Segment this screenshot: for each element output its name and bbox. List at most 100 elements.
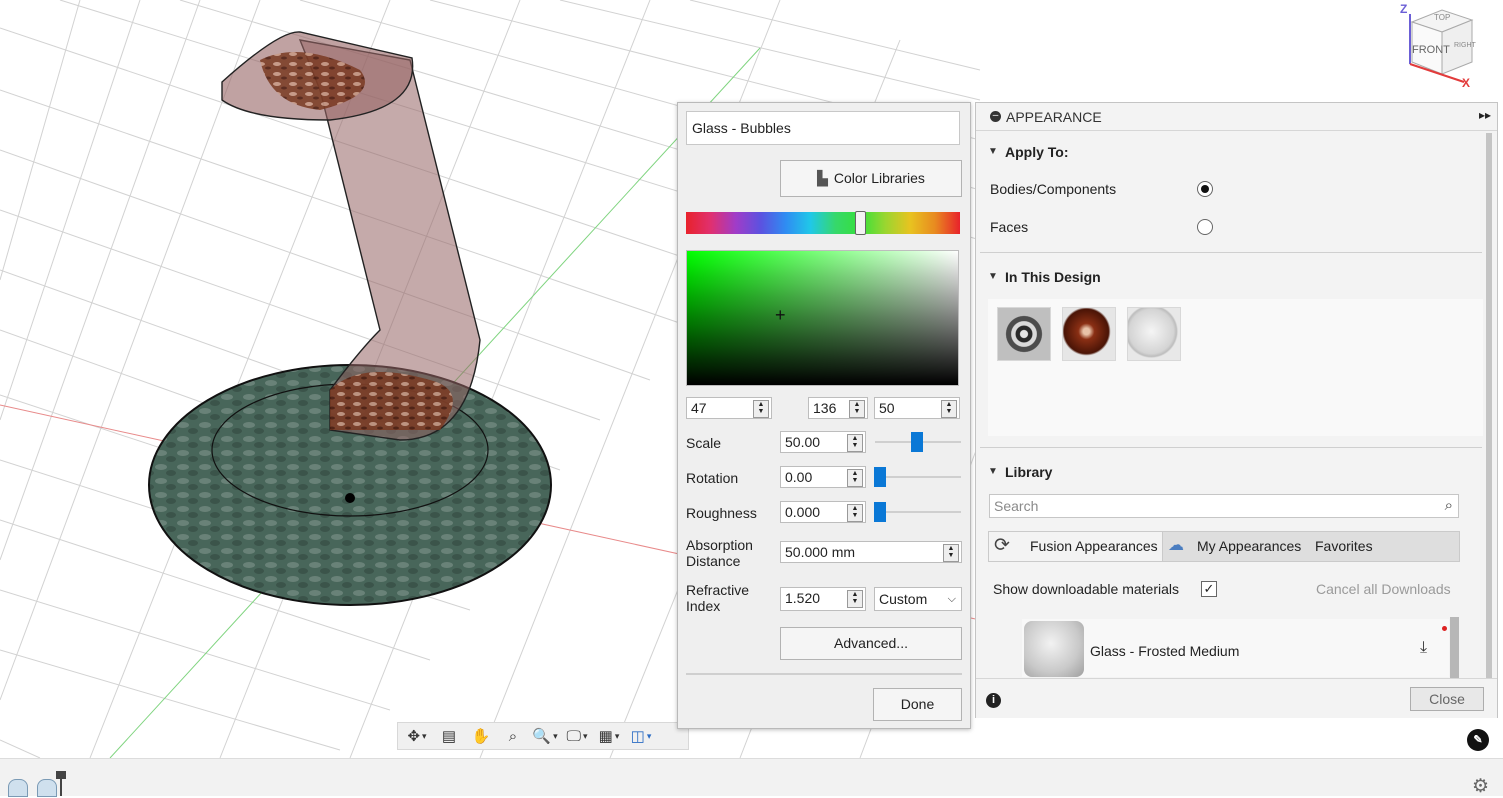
blue-value: 50 [879,400,895,416]
scale-label: Scale [686,435,722,451]
scale-slider-thumb[interactable] [911,432,923,452]
info-icon[interactable]: i [986,693,1001,708]
tab-favorites[interactable]: Favorites [1315,532,1415,561]
library-scrollbar[interactable] [1450,617,1459,679]
spinner-arrows-icon[interactable]: ▲ ▼ [847,434,863,452]
viewports-icon[interactable]: ◫ ▾ [626,724,656,748]
frosted-glass-swatch[interactable] [1127,307,1181,361]
viewcube-right-face[interactable]: RIGHT [1454,42,1476,49]
roughness-slider-track[interactable] [875,511,961,513]
absorption-label-line2: Distance [686,553,741,569]
fit-icon[interactable]: 🔍 ▾ [530,724,560,748]
scale-input[interactable]: 50.00 ▲ ▼ [780,431,866,453]
library-tabs: ⟳ Fusion Appearances ☁ My Appearances Fa… [988,531,1460,562]
roughness-slider-thumb[interactable] [874,502,886,522]
rotation-slider-thumb[interactable] [874,467,886,487]
expand-panel-icon[interactable]: ▸▸ [1479,108,1491,122]
refractive-label-line2: Index [686,598,721,614]
timeline-feature-icon[interactable] [37,779,57,797]
download-icon[interactable]: ⤓ [1420,639,1427,657]
in-this-design-title: In This Design [1005,269,1101,285]
rotation-slider-track[interactable] [875,476,961,478]
saturation-value-picker[interactable] [686,250,959,386]
red-value: 47 [691,400,707,416]
timeline-marker-stem [60,777,62,796]
close-button[interactable]: Close [1410,687,1484,711]
hue-slider-thumb[interactable] [855,211,866,235]
color-libraries-button[interactable]: ▙ Color Libraries [780,160,962,197]
search-placeholder: Search [994,498,1039,514]
appearance-panel-title: APPEARANCE [1006,109,1102,125]
done-button[interactable]: Done [873,688,962,721]
tab-my-appearances[interactable]: ☁ My Appearances [1165,532,1305,561]
roughness-label: Roughness [686,505,757,521]
appearance-panel-header: – APPEARANCE ▸▸ [976,103,1497,131]
brown-glass-swatch[interactable] [1062,307,1116,361]
refresh-icon[interactable]: ⟳ [994,531,1010,560]
roughness-value: 0.000 [785,504,821,520]
collapse-icon[interactable]: – [990,111,1001,122]
viewcube-front-face[interactable]: FRONT [1412,44,1450,56]
hue-slider[interactable] [686,212,960,234]
cancel-all-downloads-link[interactable]: Cancel all Downloads [1316,581,1451,597]
spinner-arrows-icon[interactable]: ▲ ▼ [753,400,769,418]
appearance-panel: – APPEARANCE ▸▸ ▼ Apply To: Bodies/Compo… [975,102,1498,718]
spinner-arrows-icon[interactable]: ▲ ▼ [847,504,863,522]
faces-radio[interactable] [1197,219,1213,235]
spinner-arrows-icon[interactable]: ▲ ▼ [847,469,863,487]
refractive-index-input[interactable]: 1.520 ▲ ▼ [780,587,866,611]
spinner-arrows-icon[interactable]: ▲ ▼ [849,400,865,418]
chrome-swatch[interactable] [997,307,1051,361]
refractive-index-value: 1.520 [785,590,821,606]
viewcube[interactable]: Z X TOP FRONT RIGHT [1398,2,1480,90]
red-value-input[interactable]: 47 ▲ ▼ [686,397,772,419]
material-list-item[interactable]: Glass - Frosted Medium ⤓ [1022,619,1449,677]
scale-value: 50.00 [785,434,821,450]
rotation-label: Rotation [686,470,739,486]
refractive-label-line1: Refractive [686,582,750,598]
refractive-preset-select[interactable]: Custom ⌵ [874,587,962,611]
appearance-name-field[interactable]: Glass - Bubbles [686,111,960,145]
look-at-icon[interactable]: ▤ [434,724,464,748]
tab-fusion-appearances-label: Fusion Appearances [1030,538,1158,554]
bodies-components-label: Bodies/Components [990,181,1117,197]
panel-scrollbar[interactable] [1486,133,1492,678]
timeline-feature-icon[interactable] [8,779,28,797]
pan-icon[interactable]: ✋ [466,724,496,748]
show-downloadable-checkbox[interactable]: ✓ [1201,581,1217,597]
editor-divider [686,673,962,675]
fusion-logo-icon[interactable]: ✎ [1467,729,1489,751]
display-settings-icon[interactable]: 🖵 ▾ [562,724,592,748]
new-indicator-dot [1442,626,1447,631]
orbit-icon[interactable]: ✥ ▾ [402,724,432,748]
search-icon[interactable]: ⌕ [1445,495,1453,517]
close-label: Close [1429,691,1465,707]
absorption-distance-input[interactable]: 50.000 mm ▲ ▼ [780,541,962,563]
show-downloadable-label: Show downloadable materials [993,581,1179,597]
grid-icon[interactable]: ▦ ▾ [594,724,624,748]
apply-to-collapse-icon[interactable]: ▼ [988,146,998,157]
spinner-arrows-icon[interactable]: ▲ ▼ [847,590,863,608]
library-search-input[interactable]: Search ⌕ [989,494,1459,518]
roughness-input[interactable]: 0.000 ▲ ▼ [780,501,866,523]
color-crosshair-icon[interactable]: + [775,306,786,324]
rotation-value: 0.00 [785,469,813,485]
blue-value-input[interactable]: 50 ▲ ▼ [874,397,960,419]
advanced-button[interactable]: Advanced... [780,627,962,660]
spinner-arrows-icon[interactable]: ▲ ▼ [943,544,959,562]
absorption-label-line1: Absorption [686,537,753,553]
viewcube-top-face[interactable]: TOP [1434,13,1450,22]
zoom-window-icon[interactable]: ⌕ [498,724,528,748]
library-collapse-icon[interactable]: ▼ [988,466,998,477]
green-value-input[interactable]: 136 ▲ ▼ [808,397,868,419]
refractive-preset-value: Custom [879,591,928,607]
absorption-distance-value: 50.000 mm [785,544,856,560]
tab-fusion-appearances[interactable]: ⟳ Fusion Appearances [989,532,1163,561]
spinner-arrows-icon[interactable]: ▲ ▼ [941,400,957,418]
cloud-icon: ☁ [1168,537,1184,554]
section-divider [980,447,1482,448]
in-design-collapse-icon[interactable]: ▼ [988,271,998,282]
bodies-components-radio[interactable] [1197,181,1213,197]
navigation-toolbar: ✥ ▾ ▤ ✋ ⌕ 🔍 ▾ 🖵 ▾ ▦ ▾ ◫ ▾ [397,722,689,750]
rotation-input[interactable]: 0.00 ▲ ▼ [780,466,866,488]
